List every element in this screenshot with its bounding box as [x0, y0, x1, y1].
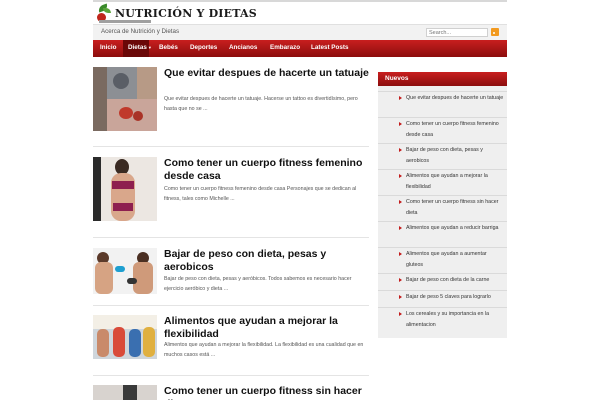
- main-nav: Inicio Dietas▼ Bebés Deportes Ancianos E…: [93, 40, 507, 57]
- arrow-right-icon: [399, 252, 402, 256]
- post-title[interactable]: Que evitar despues de hacerte un tatuaje: [164, 67, 369, 80]
- sidebar-link[interactable]: Como tener un cuerpo fitness femenino de…: [378, 117, 507, 143]
- post-title[interactable]: Bajar de peso con dieta, pesas y aerobic…: [164, 248, 369, 273]
- sidebar-link[interactable]: Que evitar despues de hacerte un tatuaje: [378, 91, 507, 117]
- post-title[interactable]: Como tener un cuerpo fitness femenino de…: [164, 157, 369, 182]
- arrow-right-icon: [399, 312, 402, 316]
- sidebar-link[interactable]: Bajar de peso 5 claves para lograrlo: [378, 290, 507, 307]
- top-border: [93, 0, 507, 2]
- post-title[interactable]: Alimentos que ayudan a mejorar la flexib…: [164, 315, 369, 340]
- arrow-right-icon: [399, 278, 402, 282]
- post-thumbnail[interactable]: [93, 67, 157, 131]
- about-link[interactable]: Acerca de Nutrición y Dietas: [101, 28, 179, 35]
- post-item: Como tener un cuerpo fitness sin hacer d…: [93, 385, 369, 400]
- post-item: Bajar de peso con dieta, pesas y aerobic…: [93, 248, 369, 296]
- arrow-right-icon: [399, 174, 402, 178]
- arrow-right-icon: [399, 200, 402, 204]
- nav-item-dietas[interactable]: Dietas▼: [128, 44, 152, 51]
- nav-item-inicio[interactable]: Inicio: [100, 44, 116, 51]
- search-input[interactable]: [426, 28, 488, 37]
- sidebar-link-label: Como tener un cuerpo fitness sin hacer d…: [406, 199, 499, 216]
- post-item: Que evitar despues de hacerte un tatuaje…: [93, 67, 369, 133]
- post-thumbnail[interactable]: [93, 385, 157, 400]
- post-thumbnail[interactable]: [93, 315, 157, 359]
- sidebar-link[interactable]: Alimentos que ayudan a mejorar la flexib…: [378, 169, 507, 195]
- post-excerpt: Que evitar despues de hacerte un tatuaje…: [164, 96, 358, 112]
- sidebar-header: Nuevos: [378, 72, 507, 86]
- post-item: Como tener un cuerpo fitness femenino de…: [93, 157, 369, 223]
- sidebar-link[interactable]: Como tener un cuerpo fitness sin hacer d…: [378, 195, 507, 221]
- logo-underline: [99, 20, 151, 23]
- sidebar-link-label: Bajar de peso con dieta, pesas y aerobic…: [406, 147, 483, 164]
- rss-icon[interactable]: [491, 28, 499, 36]
- sidebar-link-label: Alimentos que ayudan a mejorar la flexib…: [406, 173, 488, 190]
- arrow-right-icon: [399, 295, 402, 299]
- nav-item-embarazo[interactable]: Embarazo: [270, 44, 300, 51]
- logo-text: NUTRICIÓN Y DIETAS: [115, 6, 257, 20]
- sidebar-link[interactable]: Bajar de peso con dieta, pesas y aerobic…: [378, 143, 507, 169]
- arrow-right-icon: [399, 148, 402, 152]
- sidebar-link-label: Alimentos que ayudan a aumentar gluteos: [406, 251, 487, 268]
- sidebar-link-label: Bajar de peso con dieta de la carne: [406, 277, 490, 283]
- sidebar-link-label: Como tener un cuerpo fitness femenino de…: [406, 121, 499, 138]
- post-excerpt: Bajar de peso con dieta, pesas y aeróbic…: [164, 276, 352, 292]
- nav-item-latest-posts[interactable]: Latest Posts: [311, 44, 348, 51]
- sidebar-widget: Nuevos Que evitar despues de hacerte un …: [378, 72, 507, 338]
- post-divider: [93, 146, 369, 147]
- post-thumbnail[interactable]: [93, 248, 157, 294]
- sidebar-link[interactable]: Los cereales y su importancia en la alim…: [378, 307, 507, 334]
- post-item: Alimentos que ayudan a mejorar la flexib…: [93, 315, 369, 361]
- sidebar-link[interactable]: Alimentos que ayudan a reducir barriga: [378, 221, 507, 247]
- sidebar-link[interactable]: Bajar de peso con dieta de la carne: [378, 273, 507, 290]
- nav-item-dietas-label: Dietas: [128, 44, 147, 51]
- sidebar-link-label: Que evitar despues de hacerte un tatuaje: [406, 95, 504, 101]
- arrow-right-icon: [399, 226, 402, 230]
- nav-item-deportes[interactable]: Deportes: [190, 44, 217, 51]
- sidebar-heading: Nuevos: [385, 75, 409, 82]
- post-divider: [93, 237, 369, 238]
- sidebar-link-label: Bajar de peso 5 claves para lograrlo: [406, 294, 491, 300]
- post-title[interactable]: Como tener un cuerpo fitness sin hacer d…: [164, 385, 369, 400]
- chevron-down-icon: ▼: [147, 45, 152, 50]
- nav-item-ancianos[interactable]: Ancianos: [229, 44, 257, 51]
- arrow-right-icon: [399, 96, 402, 100]
- post-divider: [93, 305, 369, 306]
- arrow-right-icon: [399, 122, 402, 126]
- post-excerpt: Alimentos que ayudan a mejorar la flexib…: [164, 342, 364, 358]
- sidebar-link-label: Los cereales y su importancia en la alim…: [406, 311, 490, 328]
- post-divider: [93, 375, 369, 376]
- sidebar-link-label: Alimentos que ayudan a reducir barriga: [406, 225, 499, 231]
- nav-item-bebes[interactable]: Bebés: [159, 44, 178, 51]
- post-excerpt: Como tener un cuerpo fitness femenino de…: [164, 186, 357, 202]
- post-thumbnail[interactable]: [93, 157, 157, 221]
- sidebar-link[interactable]: Alimentos que ayudan a aumentar gluteos: [378, 247, 507, 273]
